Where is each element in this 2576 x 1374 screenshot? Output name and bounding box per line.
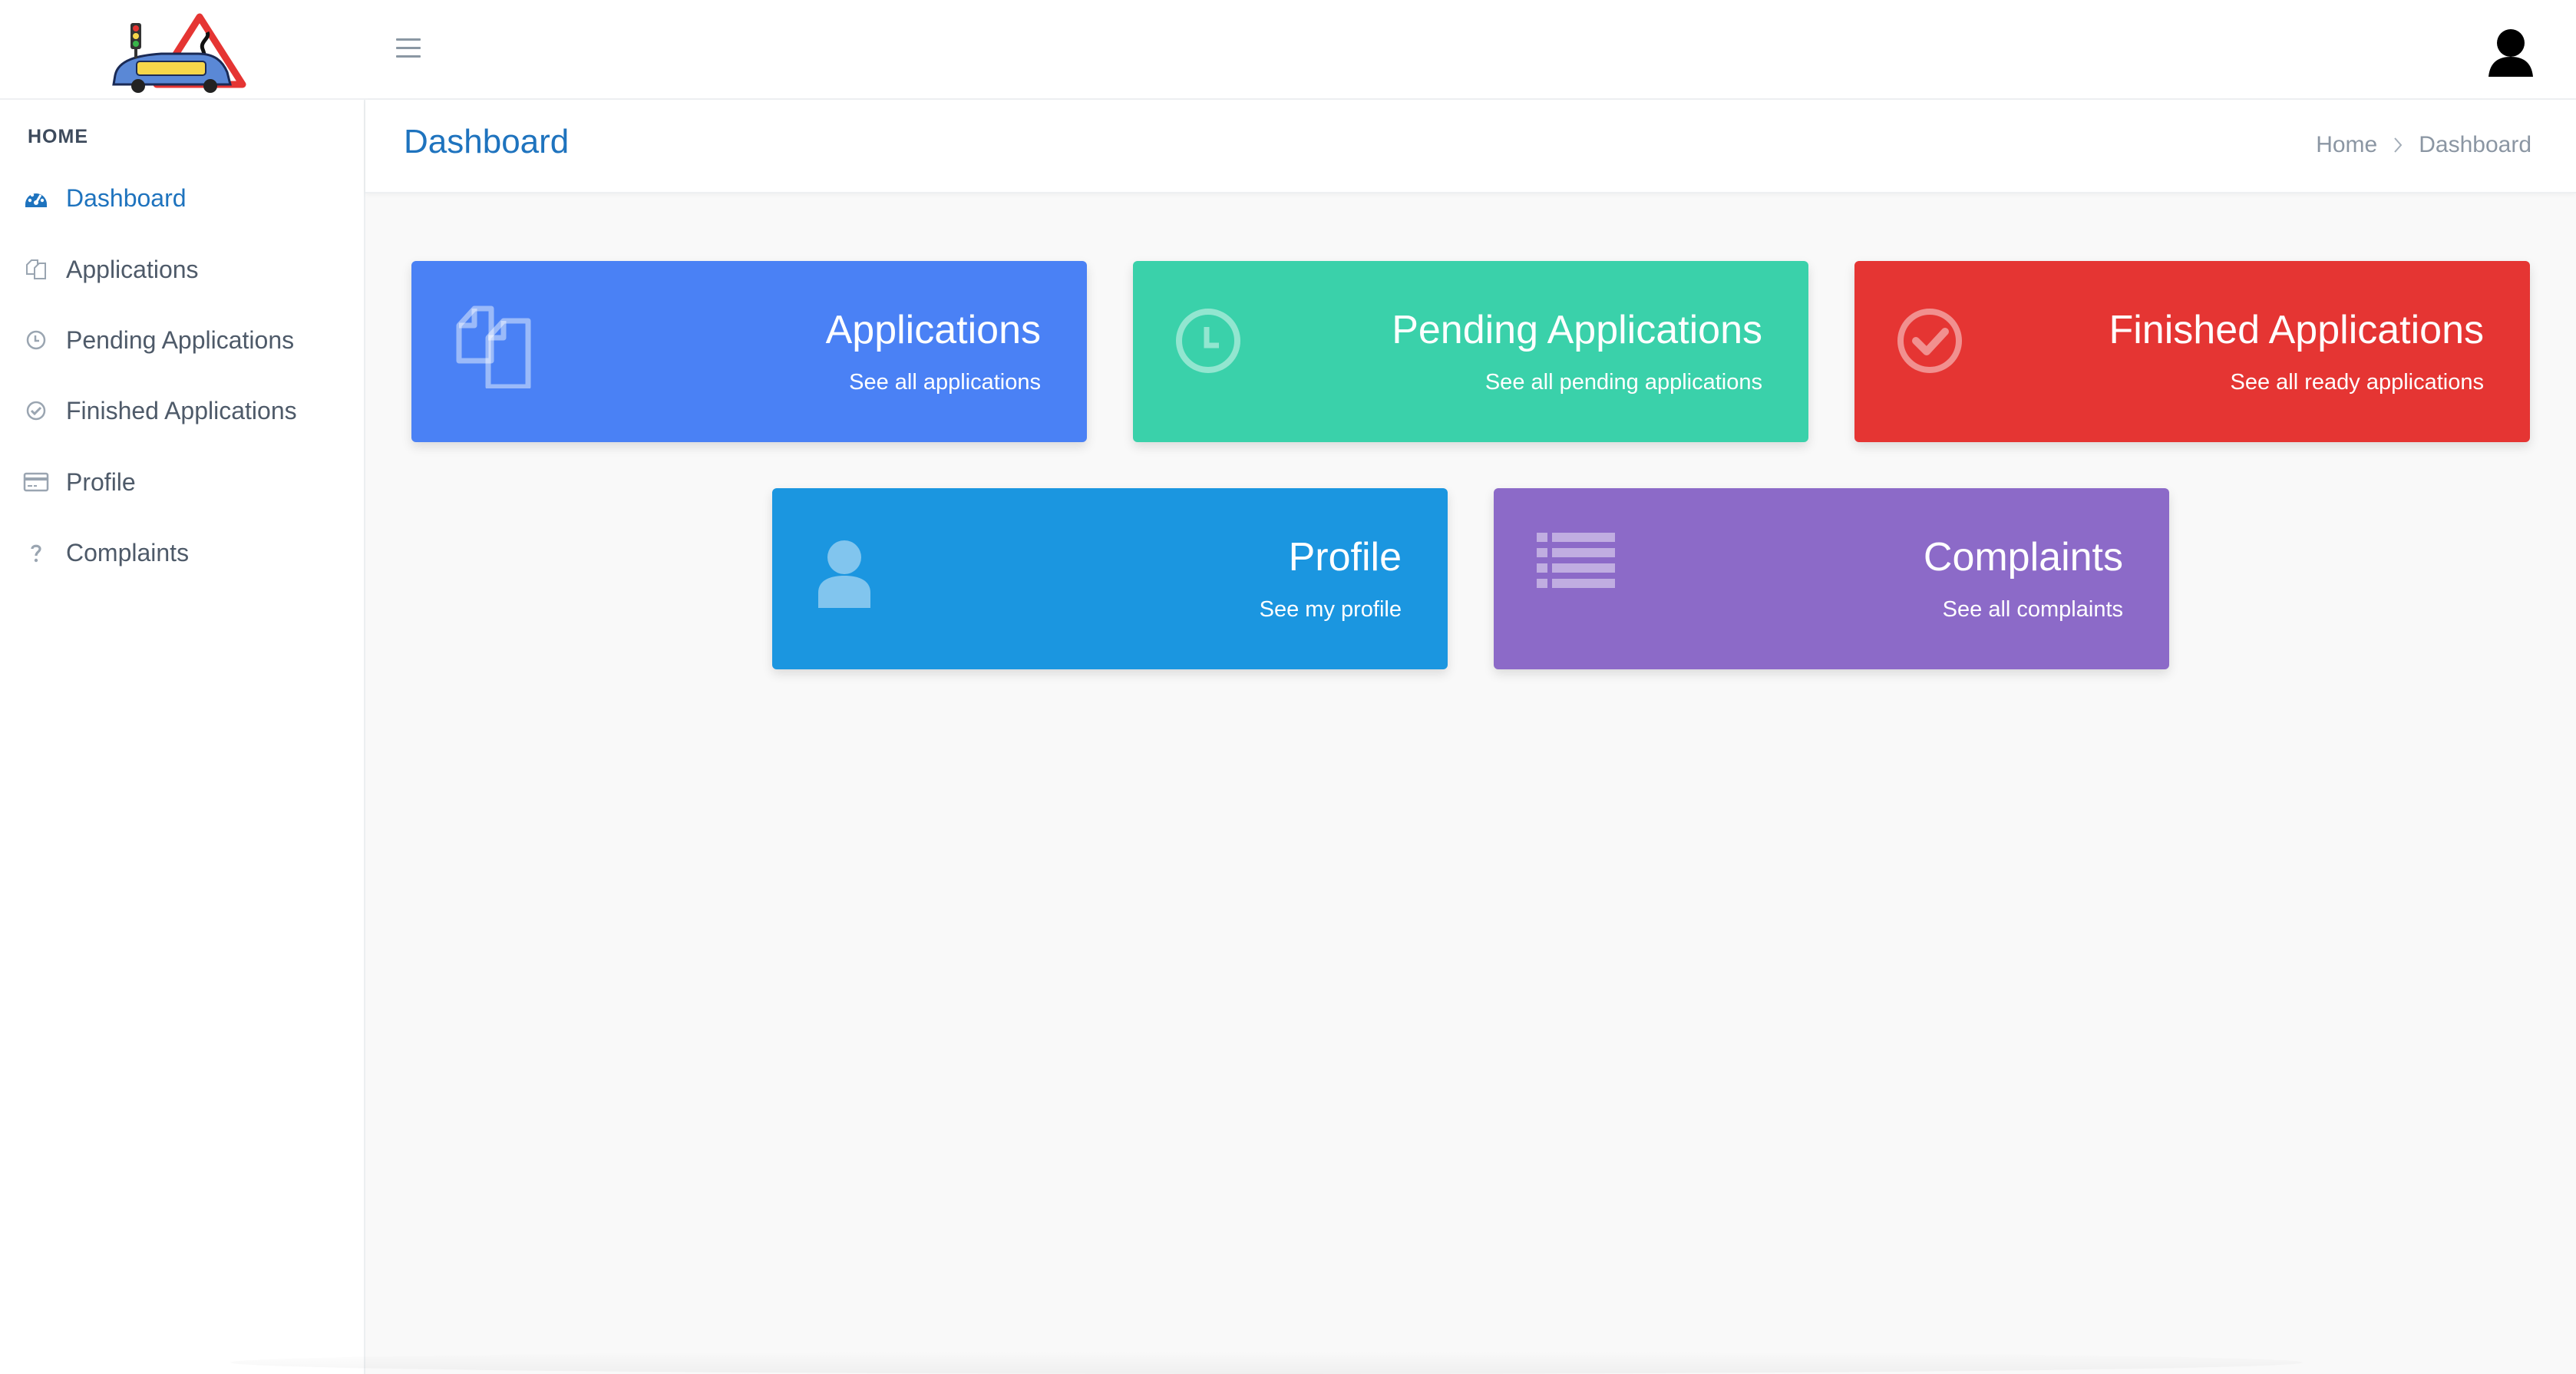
card-title: Complaints [1923,535,2123,580]
breadcrumb-home-link[interactable]: Home [2316,132,2377,158]
sidebar-item-profile[interactable]: Profile [0,451,365,513]
sidebar-item-label: Complaints [66,538,190,566]
sidebar-item-label: Profile [66,467,136,496]
copy-icon [23,256,49,282]
clock-icon [1176,309,1240,373]
check-circle-icon [1897,309,1962,373]
sidebar-item-pending-applications[interactable]: Pending Applications [0,309,365,371]
driving-school-logo[interactable] [107,11,261,94]
list-icon [1537,533,1615,588]
sidebar-item-label: Finished Applications [66,396,297,424]
sidebar: HOME Dashboard Applications Pending Appl… [0,100,365,1374]
card-subtitle: See all applications [849,370,1041,395]
dashboard-gauge-icon [23,185,49,211]
sidebar-item-label: Pending Applications [66,325,295,354]
sidebar-item-label: Applications [66,255,199,283]
question-icon [23,540,49,566]
copy-icon [456,306,531,388]
id-card-icon [23,469,49,495]
sidebar-item-complaints[interactable]: Complaints [0,522,365,583]
card-title: Finished Applications [2109,308,2484,352]
sidebar-heading: HOME [28,126,88,147]
page-title: Dashboard [404,123,570,160]
hamburger-line [396,38,421,41]
sidebar-item-label: Dashboard [66,183,187,212]
card-title: Pending Applications [1392,308,1762,352]
card-subtitle: See all pending applications [1485,370,1762,395]
card-subtitle: See all ready applications [2230,370,2484,395]
page-title-bar: Dashboard Home Dashboard [365,100,2576,193]
card-title: Profile [1288,535,1402,580]
finished-applications-card[interactable]: Finished Applications See all ready appl… [1854,261,2530,442]
check-circle-icon [23,398,49,424]
hamburger-line [396,55,421,58]
card-title: Applications [825,308,1041,352]
profile-card[interactable]: Profile See my profile [772,488,1448,669]
chevron-right-icon [2394,137,2403,153]
hamburger-line [396,47,421,49]
card-subtitle: See my profile [1259,597,1402,622]
top-header [0,0,2576,100]
breadcrumb: Home Dashboard [2316,132,2531,158]
complaints-card[interactable]: Complaints See all complaints [1494,488,2169,669]
clock-icon [23,327,49,353]
sidebar-item-dashboard[interactable]: Dashboard [0,167,365,229]
sidebar-item-applications[interactable]: Applications [0,239,365,300]
user-avatar-icon[interactable] [2487,26,2535,78]
user-icon [818,540,870,608]
pending-applications-card[interactable]: Pending Applications See all pending app… [1133,261,1808,442]
sidebar-item-finished-applications[interactable]: Finished Applications [0,380,365,441]
card-subtitle: See all complaints [1942,597,2123,622]
breadcrumb-current: Dashboard [2419,132,2531,157]
applications-card[interactable]: Applications See all applications [411,261,1087,442]
hamburger-menu-button[interactable] [396,38,421,60]
footer-shadow [230,1351,2303,1374]
